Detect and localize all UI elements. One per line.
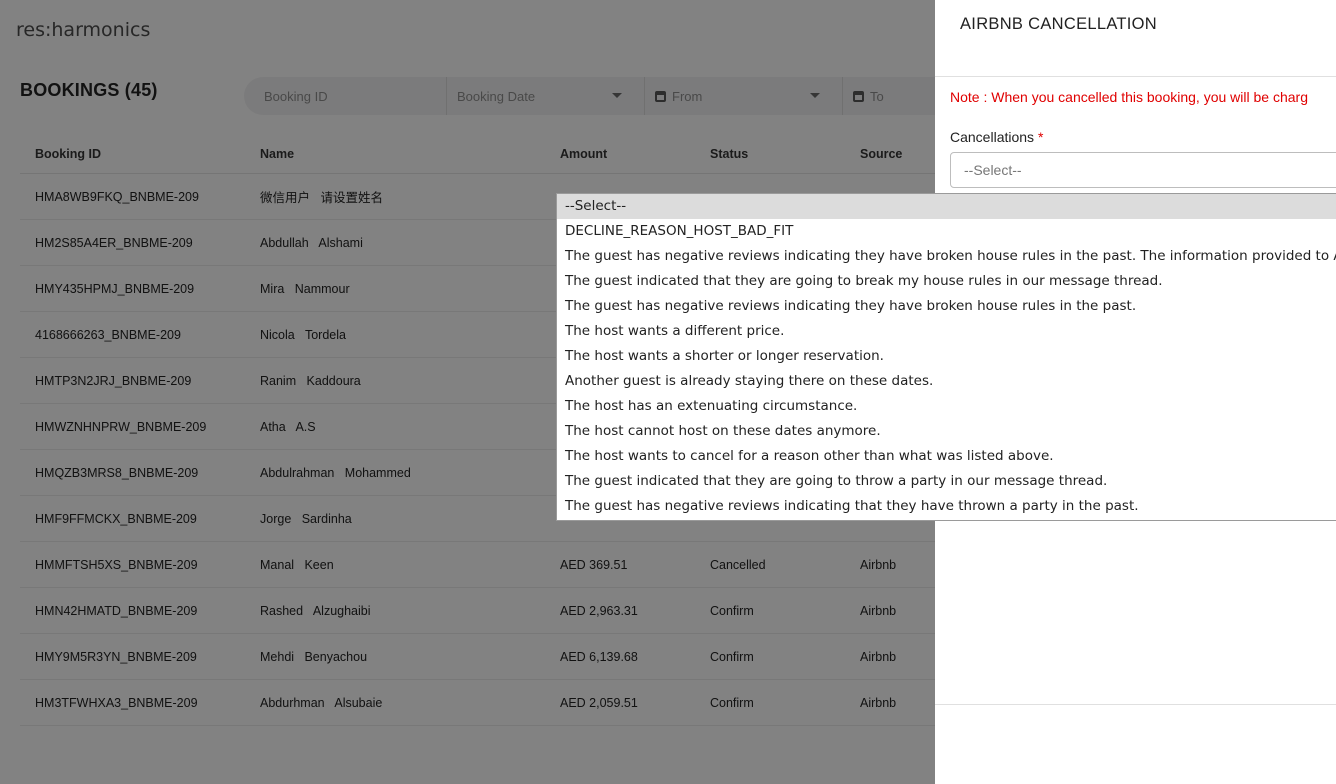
cancellations-label-text: Cancellations	[950, 129, 1035, 145]
dropdown-option[interactable]: --Select--	[557, 194, 1336, 219]
divider	[935, 704, 1336, 705]
dropdown-option[interactable]: The host wants a different price.	[557, 319, 1336, 344]
dropdown-option[interactable]: The guest indicated that they are going …	[557, 269, 1336, 294]
dropdown-option[interactable]: DECLINE_REASON_HOST_BAD_FIT	[557, 219, 1336, 244]
drawer-title: AIRBNB CANCELLATION	[960, 15, 1158, 33]
dropdown-option[interactable]: The host has an extenuating circumstance…	[557, 394, 1336, 419]
dropdown-option[interactable]: The guest has negative reviews indicatin…	[557, 494, 1336, 519]
dropdown-option[interactable]: Another guest is already staying there o…	[557, 369, 1336, 394]
dropdown-option[interactable]: The guest has negative reviews indicatin…	[557, 294, 1336, 319]
cancellation-reason-listbox[interactable]: --Select-- DECLINE_REASON_HOST_BAD_FIT The…	[556, 193, 1336, 521]
cancellations-label: Cancellations *	[950, 129, 1043, 145]
bookings-page: res:harmonics BOOKINGS (45) Booking ID B…	[0, 0, 1336, 784]
cancellation-note: Note : When you cancelled this booking, …	[950, 89, 1308, 105]
dropdown-option[interactable]: The host cannot host on these dates anym…	[557, 419, 1336, 444]
divider	[935, 76, 1336, 77]
dropdown-option[interactable]: The host wants a shorter or longer reser…	[557, 344, 1336, 369]
required-asterisk: *	[1037, 129, 1044, 145]
dropdown-option[interactable]: The guest indicated that they are going …	[557, 469, 1336, 494]
dropdown-option[interactable]: The guest has negative reviews indicatin…	[557, 244, 1336, 269]
dropdown-option[interactable]: The host wants to cancel for a reason ot…	[557, 444, 1336, 469]
cancellation-reason-select[interactable]: --Select--	[950, 152, 1336, 188]
